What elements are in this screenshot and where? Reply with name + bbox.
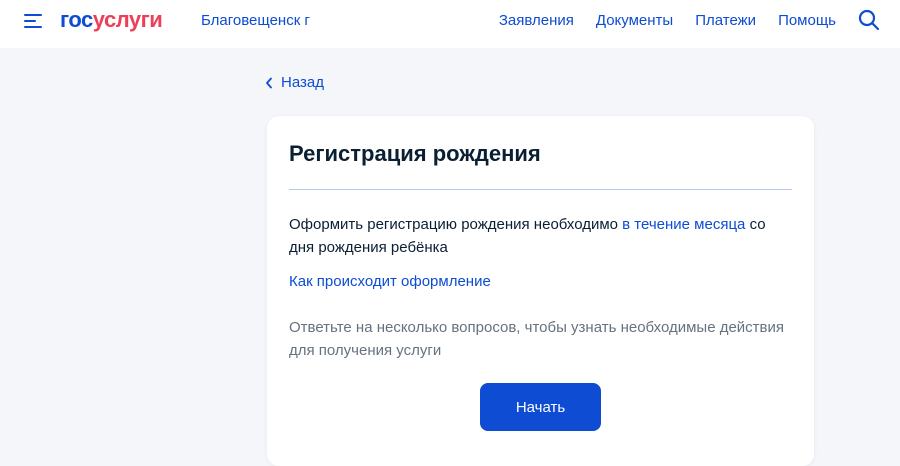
nav-item-payments[interactable]: Платежи	[695, 11, 756, 31]
how-it-works-link[interactable]: Как происходит оформление	[289, 272, 491, 292]
page-title: Регистрация рождения	[289, 141, 541, 166]
city-selector[interactable]: Благовещенск г	[201, 11, 310, 31]
service-card: Регистрация рождения Оформить регистраци…	[267, 116, 814, 466]
gosuslugi-logo[interactable]: госуслуги	[60, 6, 163, 34]
hint-text: Ответьте на несколько вопросов, чтобы уз…	[289, 319, 785, 359]
chevron-left-icon	[266, 77, 272, 89]
back-link[interactable]: Назад	[265, 73, 324, 93]
start-button[interactable]: Начать	[480, 383, 601, 431]
nav-item-documents[interactable]: Документы	[596, 11, 673, 31]
back-link-label: Назад	[281, 74, 324, 91]
intro-text-before: Оформить регистрацию рождения необходимо	[289, 216, 623, 233]
deadline-link[interactable]: в течение месяца	[622, 216, 745, 233]
nav-item-help[interactable]: Помощь	[778, 11, 836, 31]
main-nav: Заявления Документы Платежи Помощь	[499, 11, 836, 31]
nav-item-applications[interactable]: Заявления	[499, 11, 574, 31]
logo-part-uslugi: услуги	[92, 7, 163, 32]
title-divider	[289, 189, 792, 190]
top-header: госуслуги Благовещенск г Заявления Докум…	[0, 0, 900, 48]
intro-text: Оформить регистрацию рождения необходимо…	[289, 213, 792, 259]
burger-menu-icon[interactable]	[24, 12, 44, 32]
logo-part-gos: гос	[60, 7, 93, 32]
search-icon[interactable]	[858, 9, 880, 31]
